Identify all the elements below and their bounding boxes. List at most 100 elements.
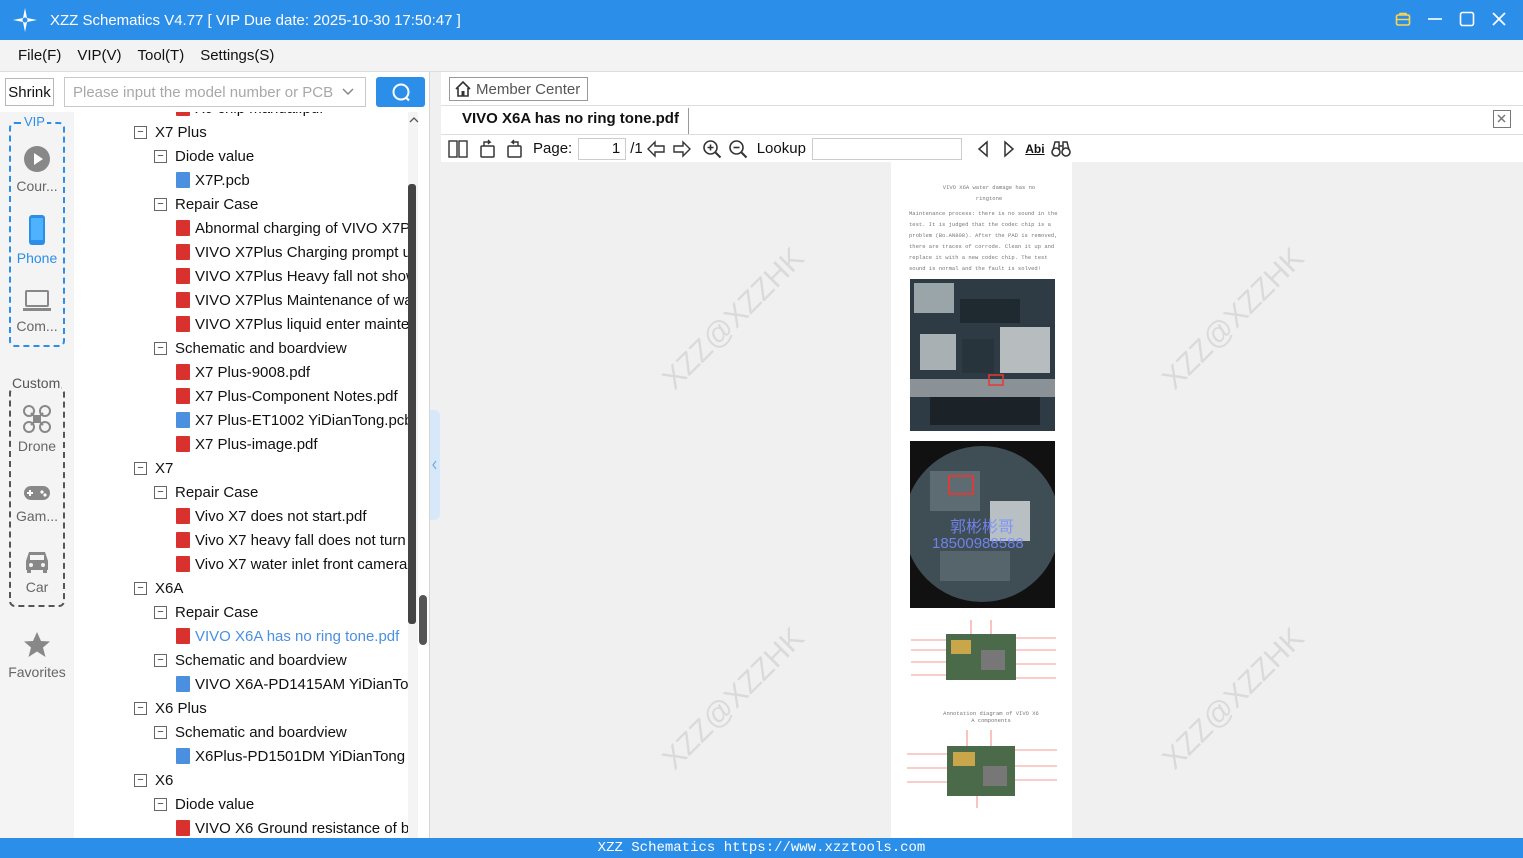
tree-file[interactable]: VIVO X6 Ground resistance of b [176, 816, 408, 838]
collapse-toggle-icon[interactable]: − [134, 581, 147, 595]
tree-file[interactable]: VIVO X7Plus Charging prompt u [176, 240, 408, 264]
tree-file[interactable]: Abnormal charging of VIVO X7P [176, 216, 408, 240]
search-button[interactable] [376, 77, 425, 107]
tree-file[interactable]: Vivo X7 water inlet front camera [176, 552, 407, 576]
category-courses[interactable]: Cour... [0, 144, 74, 194]
maximize-button[interactable] [1457, 8, 1477, 30]
tree-file[interactable]: VIVO X7Plus Heavy fall not show [176, 264, 408, 288]
collapse-toggle-icon[interactable]: − [154, 653, 167, 667]
collapse-toggle-icon[interactable]: − [154, 197, 167, 211]
tree-file[interactable]: X7P.pcb [176, 168, 250, 192]
collapse-toggle-icon[interactable]: − [154, 605, 167, 619]
tree-file[interactable]: X7 Plus-image.pdf [176, 432, 318, 456]
tree-file[interactable]: X6Plus-PD1501DM YiDianTong [176, 744, 405, 768]
tree-folder[interactable]: − Schematic and boardview [154, 336, 347, 360]
shrink-button[interactable]: Shrink [5, 78, 54, 106]
watermark: XZZ@XZZHK [656, 621, 811, 776]
search-input[interactable]: Please input the model number or PCB [64, 77, 366, 107]
menu-settings[interactable]: Settings(S) [200, 47, 274, 64]
tab-document[interactable]: VIVO X6A has no ring tone.pdf [453, 108, 689, 134]
tree-file[interactable]: VIVO X7Plus Maintenance of wa [176, 288, 408, 312]
zoom-in-button[interactable] [699, 137, 725, 161]
collapse-toggle-icon[interactable]: − [134, 773, 147, 787]
tree-folder[interactable]: − Repair Case [154, 480, 258, 504]
main-area: Member Center VIVO X6A has no ring tone.… [441, 72, 1523, 838]
menu-vip[interactable]: VIP(V) [77, 47, 121, 64]
collapse-toggle-icon[interactable]: − [154, 725, 167, 739]
collapse-panel-handle[interactable] [430, 410, 440, 520]
category-computer[interactable]: Com... [0, 288, 74, 334]
tree-folder[interactable]: − X7 [134, 456, 173, 480]
tree-file[interactable]: Vivo X7 heavy fall does not turn [176, 528, 406, 552]
tree-folder[interactable]: − X6 [134, 768, 173, 792]
lookup-label: Lookup [756, 140, 806, 157]
collapse-toggle-icon[interactable]: − [154, 149, 167, 163]
binoculars-button[interactable] [1048, 137, 1074, 161]
favorites-button[interactable]: Favorites [0, 630, 74, 680]
rotate-left-button[interactable] [475, 137, 501, 161]
play-icon [24, 146, 50, 172]
panel-scroll-thumb[interactable] [419, 595, 427, 645]
tree-item-label: X6 [155, 771, 174, 789]
tree-file[interactable]: VIVO X7Plus liquid enter mainte [176, 312, 408, 336]
window-title: XZZ Schematics V4.77 [ VIP Due date: 202… [50, 11, 461, 29]
member-center-button[interactable]: Member Center [449, 77, 588, 101]
collapse-toggle-icon[interactable]: − [134, 125, 147, 139]
tree-scroll-thumb[interactable] [408, 184, 416, 624]
tree-file[interactable]: X9 chip manual.pdf [176, 112, 323, 120]
tree-folder[interactable]: − Schematic and boardview [154, 648, 347, 672]
menu-file[interactable]: File(F) [18, 47, 61, 64]
tree-folder[interactable]: − Diode value [154, 792, 254, 816]
tree-file[interactable]: VIVO X6A-PD1415AM YiDianTo [176, 672, 408, 696]
collapse-toggle-icon[interactable]: − [154, 797, 167, 811]
tree-folder[interactable]: − X7 Plus [134, 120, 207, 144]
find-prev-button[interactable] [970, 137, 996, 161]
tree-folder[interactable]: − Repair Case [154, 600, 258, 624]
collapse-toggle-icon[interactable]: − [154, 485, 167, 499]
left-panel: Shrink Please input the model number or … [0, 72, 430, 838]
next-page-button[interactable] [669, 137, 695, 161]
tree-file[interactable]: X7 Plus-Component Notes.pdf [176, 384, 398, 408]
annotation-diagram [907, 728, 1057, 808]
zoom-out-button[interactable] [725, 137, 751, 161]
prev-page-button[interactable] [643, 137, 669, 161]
watermark: XZZ@XZZHK [656, 241, 811, 396]
vip-bag-icon[interactable] [1393, 8, 1413, 30]
collapse-toggle-icon[interactable]: − [134, 461, 147, 475]
chevron-down-icon[interactable] [341, 84, 355, 101]
tree-folder[interactable]: − Schematic and boardview [154, 720, 347, 744]
tree-file[interactable]: Vivo X7 does not start.pdf [176, 504, 367, 528]
collapse-toggle-icon[interactable]: − [134, 701, 147, 715]
close-all-tabs-button[interactable] [1493, 110, 1511, 128]
category-game[interactable]: Gam... [0, 482, 74, 524]
arrow-left-icon [646, 139, 665, 158]
model-tree: X9 chip manual.pdf−X7 Plus−Diode valueX7… [74, 112, 408, 838]
zoom-in-icon [702, 139, 721, 158]
category-drone[interactable]: Drone [0, 404, 74, 454]
tree-file[interactable]: X7 Plus-ET1002 YiDianTong.pcb [176, 408, 408, 432]
tree-file[interactable]: X7 Plus-9008.pdf [176, 360, 310, 384]
two-page-view-button[interactable] [445, 137, 471, 161]
doc-body: Maintenance process: there is no sound i… [909, 210, 1058, 272]
watermark: XZZ@XZZHK [1156, 241, 1311, 396]
category-label: Com... [16, 318, 58, 334]
tree-folder[interactable]: − X6 Plus [134, 696, 207, 720]
collapse-toggle-icon[interactable]: − [154, 341, 167, 355]
tree-folder[interactable]: − X6A [134, 576, 183, 600]
rotate-right-button[interactable] [501, 137, 527, 161]
pdf-viewer[interactable]: XZZ@XZZHK XZZ@XZZHK XZZ@XZZHK XZZ@XZZHK … [441, 162, 1523, 838]
tree-folder[interactable]: − Repair Case [154, 192, 258, 216]
tree-file[interactable]: VIVO X6A has no ring tone.pdf [176, 624, 399, 648]
lookup-input[interactable] [811, 137, 962, 160]
category-car[interactable]: Car [0, 547, 74, 595]
category-phone[interactable]: Phone [0, 214, 74, 266]
home-icon [455, 80, 471, 97]
tree-folder[interactable]: − Diode value [154, 144, 254, 168]
match-case-button[interactable]: Abi [1022, 137, 1048, 161]
page-number-input[interactable]: 1 [578, 137, 627, 160]
minimize-button[interactable] [1425, 8, 1445, 30]
pcb-file-icon [176, 172, 190, 188]
close-button[interactable] [1489, 8, 1509, 30]
menu-tool[interactable]: Tool(T) [138, 47, 185, 64]
find-next-button[interactable] [996, 137, 1022, 161]
